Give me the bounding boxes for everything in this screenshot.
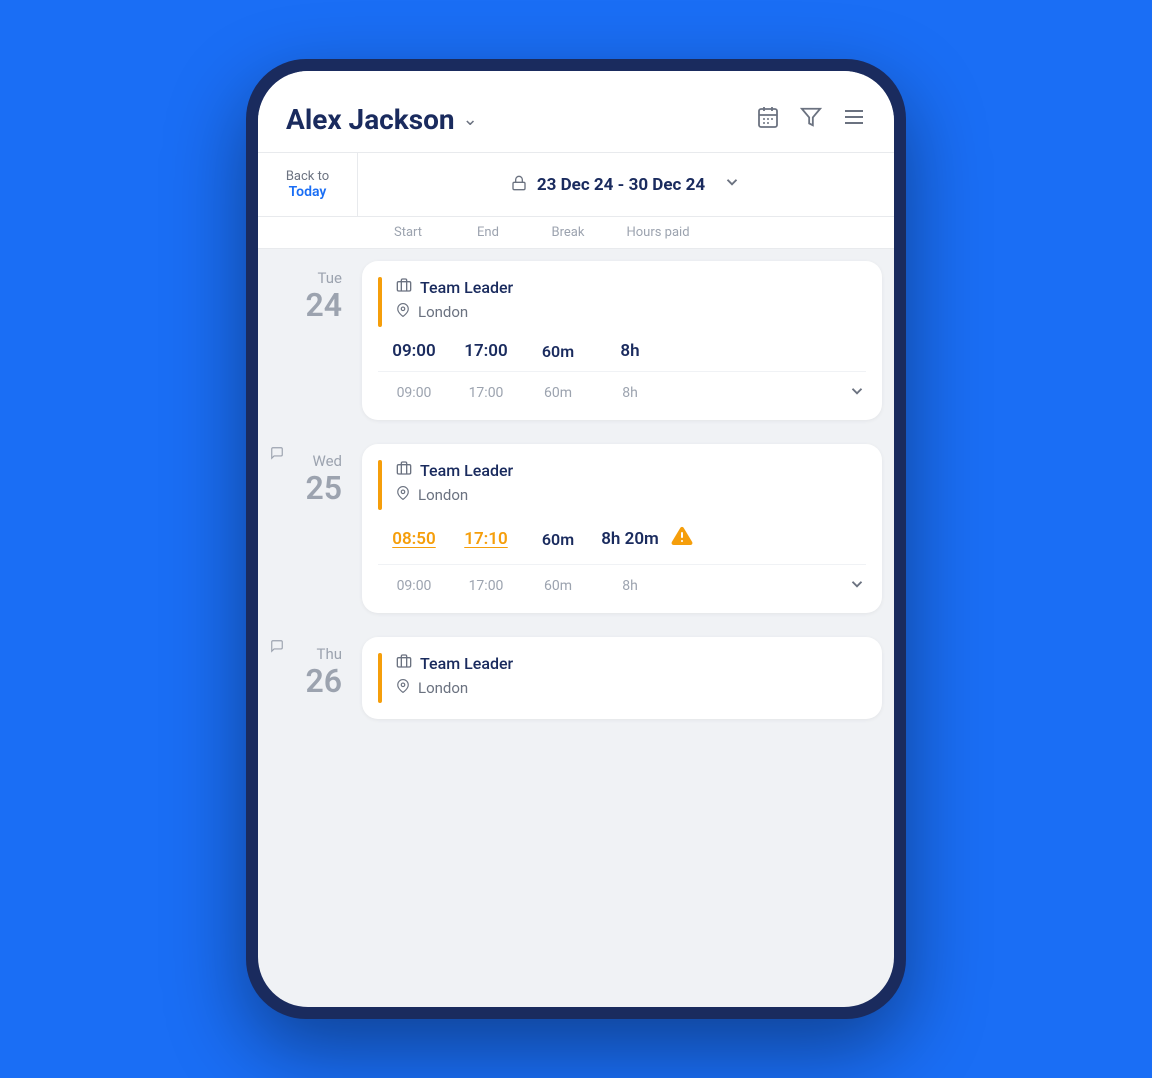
orange-bar-thu xyxy=(378,653,382,703)
sched-break-tue: 60m xyxy=(522,385,594,401)
location-name-wed: London xyxy=(418,486,468,504)
week-chevron-icon[interactable] xyxy=(723,173,741,196)
header: Alex Jackson ⌄ xyxy=(258,71,894,153)
comment-icon-wed xyxy=(270,446,284,464)
hours-tue: 8h xyxy=(594,341,666,361)
col-break: Break xyxy=(528,225,608,240)
sched-row-wed: 09:00 17:00 60m 8h xyxy=(378,575,866,597)
col-start: Start xyxy=(368,225,448,240)
location-name-tue: London xyxy=(418,303,468,321)
shift-info-wed: Team Leader London xyxy=(378,460,866,510)
day-number-tue: 24 xyxy=(305,289,342,321)
col-hours: Hours paid xyxy=(608,225,708,240)
shift-location-thu: London xyxy=(396,679,866,697)
end-time-wed: 17:10 xyxy=(450,529,522,549)
location-name-thu: London xyxy=(418,679,468,697)
time-row-wed: 08:50 17:10 60m 8h 20m xyxy=(378,524,866,554)
role-name-tue: Team Leader xyxy=(420,278,513,297)
sched-end-wed: 17:00 xyxy=(450,578,522,594)
hours-wed: 8h 20m xyxy=(594,529,666,549)
shift-details-thu: Team Leader London xyxy=(396,653,866,703)
location-icon-thu xyxy=(396,679,410,697)
day-name-tue: Tue xyxy=(318,269,342,287)
shift-role-wed: Team Leader xyxy=(396,460,866,480)
location-icon-tue xyxy=(396,303,410,321)
sched-end-tue: 17:00 xyxy=(450,385,522,401)
day-row-wed: Wed 25 xyxy=(258,432,894,625)
sched-hours-tue: 8h xyxy=(594,385,666,401)
day-number-thu: 26 xyxy=(305,665,342,697)
week-range-label: 23 Dec 24 - 30 Dec 24 xyxy=(537,175,705,195)
back-to-today[interactable]: Back to Today xyxy=(258,153,358,216)
column-headers: Start End Break Hours paid xyxy=(258,217,894,249)
shift-card-thu[interactable]: Team Leader London xyxy=(362,637,882,719)
break-time-tue: 60m xyxy=(522,342,594,361)
day-label-tue: Tue 24 xyxy=(270,261,350,321)
shift-role-thu: Team Leader xyxy=(396,653,866,673)
briefcase-icon-thu xyxy=(396,653,412,673)
scheduled-times-tue: 09:00 17:00 60m 8h xyxy=(378,385,666,401)
header-left: Alex Jackson ⌄ xyxy=(286,103,478,136)
expand-chevron-wed[interactable] xyxy=(848,575,866,597)
orange-bar-wed xyxy=(378,460,382,510)
role-name-wed: Team Leader xyxy=(420,461,513,480)
shift-location-wed: London xyxy=(396,486,866,504)
expand-chevron-tue[interactable] xyxy=(848,382,866,404)
sched-start-wed: 09:00 xyxy=(378,578,450,594)
shift-info-tue: Team Leader London xyxy=(378,277,866,327)
comment-icon-thu xyxy=(270,639,284,657)
col-end: End xyxy=(448,225,528,240)
day-number-wed: 25 xyxy=(305,472,342,504)
briefcase-icon-tue xyxy=(396,277,412,297)
break-time-wed: 60m xyxy=(522,530,594,549)
phone-screen: Alex Jackson ⌄ xyxy=(258,71,894,1007)
orange-bar-tue xyxy=(378,277,382,327)
week-range[interactable]: 23 Dec 24 - 30 Dec 24 xyxy=(358,157,894,212)
divider-tue xyxy=(378,371,866,372)
location-icon-wed xyxy=(396,486,410,504)
back-label: Back to xyxy=(278,169,337,184)
day-name-wed: Wed xyxy=(313,452,343,470)
sched-row-tue: 09:00 17:00 60m 8h xyxy=(378,382,866,404)
today-button[interactable]: Today xyxy=(278,184,337,200)
scheduled-times-wed: 09:00 17:00 60m 8h xyxy=(378,578,666,594)
name-chevron-icon[interactable]: ⌄ xyxy=(463,109,478,130)
divider-wed xyxy=(378,564,866,565)
time-row-tue: 09:00 17:00 60m 8h xyxy=(378,341,866,361)
day-label-wed: Wed 25 xyxy=(270,444,350,504)
sched-start-tue: 09:00 xyxy=(378,385,450,401)
start-time-wed: 08:50 xyxy=(378,529,450,549)
shift-card-wed[interactable]: Team Leader London xyxy=(362,444,882,613)
header-icons xyxy=(756,105,866,135)
shift-role-tue: Team Leader xyxy=(396,277,866,297)
shift-location-tue: London xyxy=(396,303,866,321)
sched-hours-wed: 8h xyxy=(594,578,666,594)
shift-details-tue: Team Leader London xyxy=(396,277,866,327)
sched-break-wed: 60m xyxy=(522,578,594,594)
end-time-tue: 17:00 xyxy=(450,341,522,361)
week-nav: Back to Today 23 Dec 24 - 30 Dec 24 xyxy=(258,153,894,217)
briefcase-icon-wed xyxy=(396,460,412,480)
user-name[interactable]: Alex Jackson xyxy=(286,103,455,136)
day-name-thu: Thu xyxy=(317,645,342,663)
calendar-icon[interactable] xyxy=(756,105,780,135)
day-row-tue: Tue 24 xyxy=(258,249,894,432)
scroll-area: Tue 24 xyxy=(258,249,894,1007)
menu-icon[interactable] xyxy=(842,105,866,135)
lock-icon xyxy=(511,175,527,195)
day-row-thu: Thu 26 xyxy=(258,625,894,731)
start-time-tue: 09:00 xyxy=(378,341,450,361)
shift-info-thu: Team Leader London xyxy=(378,653,866,703)
warning-icon-wed xyxy=(670,524,694,554)
shift-card-tue[interactable]: Team Leader London xyxy=(362,261,882,420)
filter-icon[interactable] xyxy=(800,106,822,134)
phone-frame: Alex Jackson ⌄ xyxy=(246,59,906,1019)
role-name-thu: Team Leader xyxy=(420,654,513,673)
day-label-thu: Thu 26 xyxy=(270,637,350,697)
shift-details-wed: Team Leader London xyxy=(396,460,866,510)
